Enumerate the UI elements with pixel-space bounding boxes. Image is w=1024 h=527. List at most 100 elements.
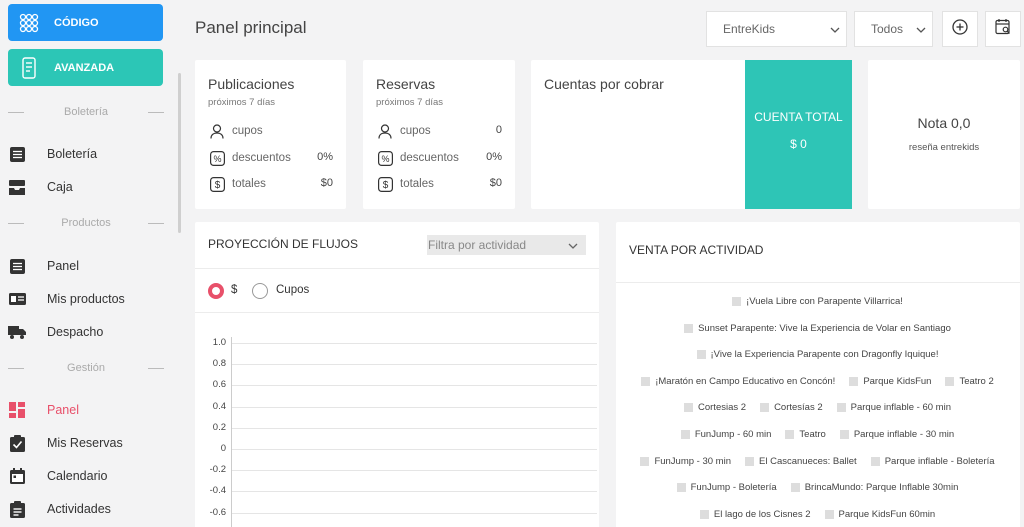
legend-swatch (684, 403, 693, 413)
legend-label: FunJump - 30 min (654, 455, 731, 467)
legend-item[interactable]: FunJump - 60 min (680, 429, 772, 440)
y-tick-label: 0.2 (212, 421, 226, 433)
legend-item[interactable]: Teatro 2 (945, 376, 994, 387)
legend-label: ¡Vuela Libre con Parapente Villarrica! (746, 296, 903, 307)
sidebar-item-despacho[interactable]: Despacho (0, 319, 172, 345)
sidebar-item-label: Actividades (47, 502, 111, 516)
venta-title: VENTA POR ACTIVIDAD (629, 243, 764, 257)
legend-item[interactable]: ¡Vuela Libre con Parapente Villarrica! (732, 296, 903, 307)
legend-label: Parque KidsFun 60min (838, 508, 936, 520)
legend-swatch (696, 350, 706, 360)
grid-line (231, 491, 597, 493)
calendar-search-button[interactable] (985, 11, 1021, 47)
divider (195, 312, 599, 313)
sidebar-item-caja[interactable]: Caja (0, 174, 172, 200)
legend-item[interactable]: El lago de los Cisnes 2 (699, 508, 811, 520)
cuenta-total-block: CUENTA TOTAL $ 0 (745, 60, 852, 209)
y-tick-label: 0 (220, 443, 226, 454)
svg-text:$: $ (214, 180, 220, 191)
legend-item[interactable]: Sunset Parapente: Vive la Experiencia de… (684, 323, 951, 334)
sidebar-item-panel-productos[interactable]: Panel (0, 253, 172, 279)
legend-swatch (870, 456, 880, 466)
legend-item[interactable]: Parque inflable - 30 min (839, 429, 955, 440)
cuentas-title: Cuentas por cobrar (544, 76, 664, 92)
chevron-down-icon (916, 22, 926, 36)
totales-label: totales (400, 178, 434, 190)
activity-filter-select[interactable]: Filtra por actividad (427, 235, 586, 255)
y-tick-label: 0.6 (212, 379, 226, 391)
legend-item[interactable]: ¡Vive la Experiencia Parapente con Drago… (696, 349, 939, 361)
legend-item[interactable]: Parque KidsFun (849, 376, 931, 387)
cuenta-total-label: CUENTA TOTAL (754, 110, 843, 124)
legend-item[interactable]: FunJump - Boletería (676, 482, 777, 493)
y-axis-line (231, 337, 232, 527)
legend-swatch (684, 323, 694, 333)
codigo-button[interactable]: CÓDIGO (8, 4, 163, 41)
section-boleteria: Boletería (0, 105, 172, 119)
grid-line (231, 406, 597, 408)
legend-label: Teatro (799, 429, 826, 440)
legend-row: Sunset Parapente: Vive la Experiencia de… (616, 323, 1019, 334)
legend-item[interactable]: El Cascanueces: Ballet (745, 456, 857, 467)
codigo-label: CÓDIGO (54, 16, 99, 29)
calendar-icon (8, 467, 26, 485)
sidebar-item-calendario[interactable]: Calendario (0, 463, 172, 489)
descuentos-label: descuentos (400, 152, 459, 164)
company-select-value: EntreKids (723, 22, 776, 36)
divider (195, 268, 599, 269)
grid-line (231, 449, 597, 450)
legend-item[interactable]: Parque KidsFun 60min (824, 508, 936, 520)
sidebar-item-mis-productos[interactable]: Mis productos (0, 286, 172, 312)
legend-row: FunJump - 60 min Teatro Parque inflable - … (616, 429, 1019, 440)
publicaciones-subtitle: próximos 7 días (208, 97, 276, 108)
descuentos-row: % descuentos (376, 149, 459, 167)
radio-cupos[interactable] (252, 283, 268, 299)
legend-item[interactable]: FunJump - 30 min (640, 456, 731, 467)
chevron-down-icon (830, 22, 840, 36)
sidebar-item-panel-gestion[interactable]: Panel (0, 397, 172, 423)
legend-item[interactable]: Teatro (785, 429, 826, 440)
sidebar-item-actividades[interactable]: Actividades (0, 496, 172, 522)
add-button[interactable] (942, 11, 978, 47)
legend-swatch (699, 509, 709, 519)
sidebar-item-boleteria[interactable]: Boletería (0, 141, 172, 167)
company-select[interactable]: EntreKids (706, 11, 847, 47)
nota-card: Nota 0,0 reseña entrekids (868, 60, 1020, 209)
legend-swatch (849, 376, 859, 386)
legend-item[interactable]: Cortesías 2 (760, 402, 823, 413)
legend-item[interactable]: Cortesias 2 (684, 402, 746, 413)
legend-row: El lago de los Cisnes 2 Parque KidsFun 60… (616, 509, 1019, 520)
clipboard-list-icon (8, 500, 26, 518)
divider (616, 282, 1020, 283)
legend-swatch (640, 456, 650, 466)
dashboard-icon (8, 401, 26, 419)
grid-code-icon (18, 12, 40, 34)
legend-label: ¡Vive la Experiencia Parapente con Drago… (710, 349, 939, 361)
radio-money[interactable] (208, 283, 224, 299)
legend-label: Parque inflable - 60 min (850, 402, 951, 414)
radio-money-label: $ (231, 284, 238, 296)
legend-item[interactable]: BrincaMundo: Parque Inflable 30min (790, 482, 958, 493)
publicaciones-title: Publicaciones (208, 76, 295, 92)
sidebar-scrollbar[interactable] (178, 73, 181, 233)
grid-line (231, 470, 597, 472)
legend-item[interactable]: Parque inflable - Boletería (870, 456, 995, 467)
avanzada-button[interactable]: AVANZADA (8, 49, 163, 86)
legend-item[interactable]: Parque inflable - 60 min (836, 402, 951, 414)
legend-row: FunJump - 30 min El Cascanueces: Ballet Pa… (616, 456, 1019, 467)
legend-label: FunJump - 60 min (694, 429, 772, 440)
legend-label: Parque inflable - 30 min (853, 429, 955, 440)
legend-label: El lago de los Cisnes 2 (713, 508, 811, 520)
todos-select[interactable]: Todos (854, 11, 933, 47)
legend-swatch (785, 430, 795, 439)
legend-item[interactable]: ¡Maratón en Campo Educativo en Concón! (641, 376, 835, 387)
svg-text:%: % (381, 154, 389, 164)
truck-icon (8, 323, 26, 341)
cuenta-total-value: $ 0 (790, 137, 807, 151)
activity-filter-placeholder: Filtra por actividad (428, 238, 527, 252)
nota-label: reseña entrekids (908, 142, 980, 153)
sidebar-item-mis-reservas[interactable]: Mis Reservas (0, 430, 172, 456)
descuentos-value: 0% (317, 151, 333, 163)
reservas-card: Reservas próximos 7 días cupos 0 % descu… (363, 60, 515, 209)
dollar-icon: $ (376, 175, 394, 193)
